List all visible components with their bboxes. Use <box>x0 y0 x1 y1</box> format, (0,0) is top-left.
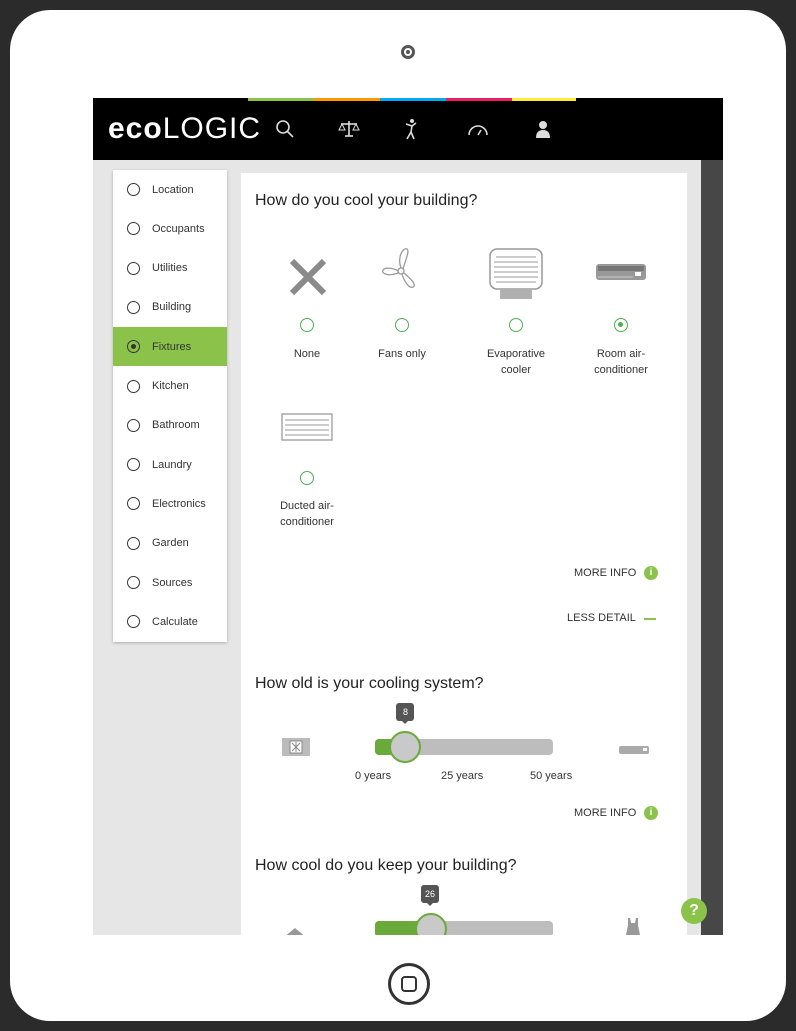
sidebar-radio[interactable] <box>127 497 140 511</box>
sidebar-item-occupants[interactable]: Occupants <box>113 209 227 248</box>
slider-tick-label: 50 years <box>530 770 573 782</box>
sidebar-radio[interactable] <box>127 615 140 629</box>
sidebar-radio[interactable] <box>127 576 140 589</box>
sidebar-item-label: Laundry <box>152 458 192 471</box>
old-ac-icon <box>281 737 311 762</box>
sidebar-radio[interactable] <box>127 379 140 393</box>
app-logo[interactable]: ecoLOGIC <box>108 112 261 146</box>
option-radio-ducted[interactable] <box>300 471 314 485</box>
heater-icon <box>281 925 309 935</box>
sidebar-radio[interactable] <box>127 418 140 432</box>
nav-color-segment <box>314 98 380 101</box>
sidebar-radio[interactable] <box>127 340 140 354</box>
sidebar-item-label: Kitchen <box>152 380 189 392</box>
sidebar-item-label: Building <box>152 301 192 314</box>
sidebar-item-bathroom[interactable]: Bathroom <box>113 406 227 445</box>
sidebar-menu: Location Occupants Utilities Building Fixtur… <box>113 170 227 642</box>
sidebar-radio[interactable] <box>127 300 140 314</box>
slider-tick-label: 0 years <box>355 770 392 782</box>
age-slider-handle[interactable] <box>389 731 422 763</box>
sidebar-radio[interactable] <box>127 183 140 196</box>
sidebar-item-electronics[interactable]: Electronics <box>113 484 227 523</box>
gauge-icon[interactable] <box>464 115 492 143</box>
sidebar-item-label: Location <box>152 183 194 196</box>
home-button[interactable] <box>388 963 430 1005</box>
right-gutter <box>701 160 723 935</box>
sidebar-radio[interactable] <box>127 222 140 236</box>
option-label: Fans only <box>378 348 426 360</box>
sidebar-item-label: Fixtures <box>152 340 192 353</box>
option-radio-fans[interactable] <box>395 318 409 332</box>
sidebar-item-label: Electronics <box>152 497 206 510</box>
sidebar-item-utilities[interactable]: Utilities <box>113 249 227 288</box>
sidebar-item-laundry[interactable]: Laundry <box>113 445 227 484</box>
info-icon[interactable]: i <box>644 806 658 820</box>
more-info-link[interactable]: MORE INFO <box>574 567 636 579</box>
sidebar-radio[interactable] <box>127 261 140 275</box>
main-content: How do you cool your building? None Fans… <box>241 173 687 935</box>
app-screen: ecoLOGIC Location Occupants Utilities Build… <box>93 98 723 935</box>
sidebar-item-calculate[interactable]: Calculate <box>113 602 227 641</box>
question-title: How do you cool your building? <box>255 192 478 209</box>
room-ac-icon[interactable] <box>595 263 647 288</box>
question-title: How old is your cooling system? <box>255 675 484 692</box>
help-button[interactable]: ? <box>681 898 707 924</box>
age-value-bubble: 8 <box>396 703 415 724</box>
user-icon[interactable] <box>529 115 557 143</box>
camera-icon <box>401 45 415 59</box>
singlet-icon <box>625 918 641 935</box>
nav-color-segment <box>380 98 446 101</box>
new-ac-icon <box>619 743 649 761</box>
sidebar-item-label: Bathroom <box>152 419 200 432</box>
scales-icon[interactable] <box>335 115 363 143</box>
fan-icon[interactable] <box>377 243 425 296</box>
temperature-slider-handle[interactable] <box>415 913 447 935</box>
person-icon[interactable] <box>397 115 425 143</box>
sidebar-item-label: Calculate <box>152 615 198 628</box>
sidebar-item-kitchen[interactable]: Kitchen <box>113 367 227 406</box>
option-label: Evaporative cooler <box>486 348 546 376</box>
info-icon[interactable]: i <box>644 566 658 580</box>
sidebar-item-label: Sources <box>152 576 193 589</box>
option-radio-none[interactable] <box>300 318 314 332</box>
sidebar-item-garden[interactable]: Garden <box>113 524 227 563</box>
option-label: None <box>293 348 321 360</box>
sidebar-radio[interactable] <box>127 536 140 550</box>
evaporative-cooler-icon[interactable] <box>488 247 544 306</box>
logo-light: LOGIC <box>162 112 262 145</box>
slider-tick-label: 25 years <box>441 770 484 782</box>
temperature-value-bubble: 26 <box>421 885 439 906</box>
logo-bold: eco <box>108 112 163 145</box>
option-label: Ducted air-conditioner <box>280 500 334 528</box>
x-icon[interactable] <box>288 257 328 302</box>
search-icon[interactable] <box>271 115 299 143</box>
nav-color-segment <box>512 98 576 101</box>
sidebar-item-label: Garden <box>152 537 189 550</box>
sidebar-item-building[interactable]: Building <box>113 288 227 327</box>
question-title: How cool do you keep your building? <box>255 857 517 874</box>
nav-color-segment <box>248 98 314 101</box>
minus-icon[interactable] <box>644 618 656 620</box>
option-radio-evaporative[interactable] <box>509 318 523 332</box>
more-info-link[interactable]: MORE INFO <box>574 807 636 819</box>
option-label: Room air-conditioner <box>594 348 648 376</box>
sidebar-item-sources[interactable]: Sources <box>113 563 227 602</box>
sidebar-item-location[interactable]: Location <box>113 170 227 209</box>
sidebar-radio[interactable] <box>127 458 140 472</box>
ducted-ac-icon[interactable] <box>281 413 333 448</box>
option-radio-room-ac[interactable] <box>614 318 628 332</box>
top-navigation-bar: ecoLOGIC <box>93 98 723 160</box>
nav-color-segment <box>446 98 512 101</box>
less-detail-link[interactable]: LESS DETAIL <box>567 612 636 624</box>
sidebar-item-label: Utilities <box>152 262 188 275</box>
sidebar-item-fixtures[interactable]: Fixtures <box>113 327 227 367</box>
sidebar-item-label: Occupants <box>152 222 205 235</box>
